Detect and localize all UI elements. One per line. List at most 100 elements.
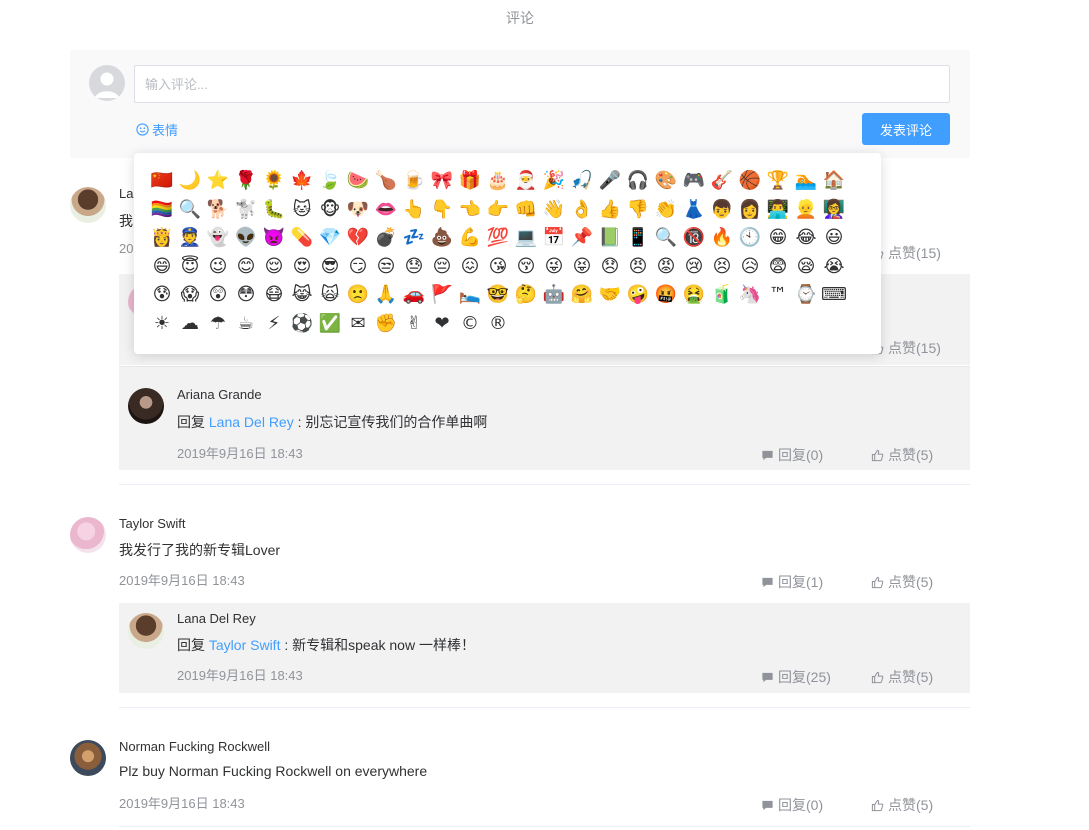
emoji-item[interactable]: ✊ [372, 310, 400, 339]
emoji-item[interactable]: 🍉 [344, 167, 372, 196]
reply-button[interactable]: 回复(0) [761, 445, 823, 465]
emoji-item[interactable]: ❤ [428, 310, 456, 339]
emoji-item[interactable]: 👆 [400, 196, 428, 225]
emoji-item[interactable]: 🐩 [232, 196, 260, 225]
reply-mention[interactable]: Lana Del Rey [209, 414, 294, 430]
emoji-item[interactable]: ✉ [344, 310, 372, 339]
emoji-item[interactable]: 👊 [512, 196, 540, 225]
emoji-item[interactable]: 🍺 [400, 167, 428, 196]
emoji-item[interactable]: 💔 [344, 224, 372, 253]
reply-button[interactable]: 回复(1) [761, 572, 823, 592]
emoji-item[interactable]: 🍃 [316, 167, 344, 196]
emoji-item[interactable]: 😣 [708, 253, 736, 282]
emoji-item[interactable]: 😱 [176, 281, 204, 310]
emoji-item[interactable]: 🚩 [428, 281, 456, 310]
emoji-item[interactable]: 📱 [624, 224, 652, 253]
reply-button[interactable]: 回复(0) [761, 795, 823, 815]
emoji-item[interactable]: 👉 [484, 196, 512, 225]
emoji-item[interactable]: 🤓 [484, 281, 512, 310]
emoji-item[interactable]: 🔍 [176, 196, 204, 225]
emoji-item[interactable]: 😘 [484, 253, 512, 282]
emoji-item[interactable]: 🌹 [232, 167, 260, 196]
emoji-item[interactable]: 🏀 [736, 167, 764, 196]
emoji-item[interactable]: 👄 [372, 196, 400, 225]
emoji-item[interactable]: 👏 [652, 196, 680, 225]
emoji-item[interactable]: ✌ [400, 310, 428, 339]
emoji-item[interactable]: 🔥 [708, 224, 736, 253]
emoji-item[interactable]: 😚 [512, 253, 540, 282]
emoji-item[interactable]: 🧃 [708, 281, 736, 310]
emoji-item[interactable]: 💪 [456, 224, 484, 253]
emoji-item[interactable]: 😂 [792, 224, 820, 253]
emoji-item[interactable]: 😡 [652, 253, 680, 282]
emoji-item[interactable]: 😜 [540, 253, 568, 282]
emoji-item[interactable]: 💯 [484, 224, 512, 253]
emoji-item[interactable]: 🎨 [652, 167, 680, 196]
emoji-item[interactable]: © [456, 310, 484, 339]
emoji-item[interactable]: 🏠 [820, 167, 848, 196]
emoji-item[interactable]: 🐱 [288, 196, 316, 225]
emoji-toggle-button[interactable]: 表情 [136, 120, 178, 139]
emoji-item[interactable]: 👨‍💻 [764, 196, 792, 225]
emoji-item[interactable]: 😄 [148, 253, 176, 282]
comment-input[interactable] [134, 65, 950, 103]
emoji-item[interactable]: 👋 [540, 196, 568, 225]
emoji-item[interactable]: 🏊 [792, 167, 820, 196]
emoji-item[interactable]: 🔞 [680, 224, 708, 253]
reply-author[interactable]: Ariana Grande [177, 387, 262, 402]
emoji-item[interactable]: 👽 [232, 224, 260, 253]
emoji-item[interactable]: 😊 [232, 253, 260, 282]
emoji-item[interactable]: 🎀 [428, 167, 456, 196]
emoji-item[interactable]: 😁 [764, 224, 792, 253]
emoji-item[interactable]: ⚡ [260, 310, 288, 339]
emoji-item[interactable]: 😪 [792, 253, 820, 282]
emoji-item[interactable]: 👸 [148, 224, 176, 253]
emoji-item[interactable]: ✅ [316, 310, 344, 339]
emoji-item[interactable]: 🙁 [344, 281, 372, 310]
emoji-item[interactable]: 🏆 [764, 167, 792, 196]
emoji-item[interactable]: 🎁 [456, 167, 484, 196]
emoji-item[interactable]: 👈 [456, 196, 484, 225]
emoji-item[interactable]: 😓 [400, 253, 428, 282]
emoji-item[interactable]: ☕ [232, 310, 260, 339]
emoji-item[interactable]: 🎧 [624, 167, 652, 196]
emoji-item[interactable]: 🦄 [736, 281, 764, 310]
emoji-item[interactable]: 👻 [204, 224, 232, 253]
emoji-item[interactable]: ⌚ [792, 281, 820, 310]
emoji-item[interactable]: 😨 [764, 253, 792, 282]
emoji-item[interactable]: ⚽ [288, 310, 316, 339]
emoji-item[interactable]: 📅 [540, 224, 568, 253]
emoji-item[interactable]: 😇 [176, 253, 204, 282]
emoji-item[interactable]: 😖 [456, 253, 484, 282]
emoji-item[interactable]: 🎅 [512, 167, 540, 196]
emoji-item[interactable]: 🌻 [260, 167, 288, 196]
emoji-item[interactable]: 👎 [624, 196, 652, 225]
emoji-item[interactable]: 🏳️‍🌈 [148, 196, 176, 225]
emoji-item[interactable]: 🍗 [372, 167, 400, 196]
emoji-item[interactable]: 📗 [596, 224, 624, 253]
emoji-item[interactable]: 😌 [260, 253, 288, 282]
emoji-item[interactable]: 👮 [176, 224, 204, 253]
comment-author[interactable]: Taylor Swift [119, 516, 185, 531]
avatar[interactable] [70, 740, 106, 776]
emoji-item[interactable]: ☁ [176, 310, 204, 339]
emoji-item[interactable]: 😳 [232, 281, 260, 310]
emoji-item[interactable]: 😞 [596, 253, 624, 282]
emoji-item[interactable]: 😰 [148, 281, 176, 310]
emoji-item[interactable]: ☂ [204, 310, 232, 339]
reply-author[interactable]: Lana Del Rey [177, 611, 256, 626]
emoji-item[interactable]: 😥 [736, 253, 764, 282]
emoji-item[interactable]: 😔 [428, 253, 456, 282]
emoji-item[interactable]: 😠 [624, 253, 652, 282]
emoji-item[interactable]: 😝 [568, 253, 596, 282]
emoji-item[interactable]: 👗 [680, 196, 708, 225]
emoji-item[interactable]: 🛌 [456, 281, 484, 310]
emoji-item[interactable]: 😢 [680, 253, 708, 282]
reply-mention[interactable]: Taylor Swift [209, 637, 281, 653]
emoji-item[interactable]: 🎤 [596, 167, 624, 196]
emoji-item[interactable]: 💻 [512, 224, 540, 253]
avatar[interactable] [128, 388, 164, 424]
emoji-item[interactable]: 🎸 [708, 167, 736, 196]
like-button[interactable]: 点赞(5) [871, 795, 933, 815]
emoji-item[interactable]: 🎉 [540, 167, 568, 196]
